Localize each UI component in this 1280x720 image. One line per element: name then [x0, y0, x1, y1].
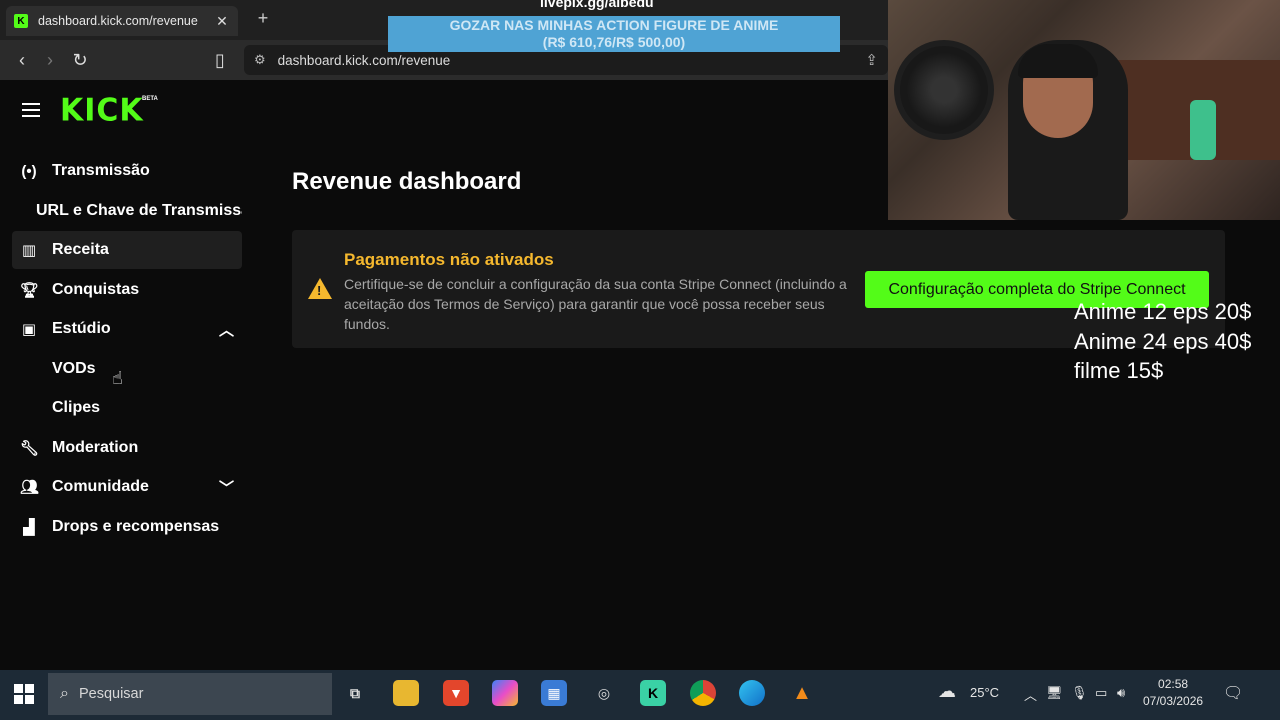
brave-icon[interactable]: ▼ — [443, 680, 469, 706]
webcam-overlay — [888, 0, 1280, 220]
battery-icon[interactable]: ▭ — [1095, 685, 1107, 701]
taskbar-search[interactable]: ⌕ Pesquisar — [48, 673, 332, 715]
search-icon: ⌕ — [60, 685, 69, 702]
sidebar-item-estudio[interactable]: ▣ Estúdio ︿ — [12, 310, 242, 348]
close-tab-icon[interactable]: ✕ — [214, 13, 230, 30]
bookmark-icon[interactable]: ▯ — [208, 48, 232, 72]
network-icon[interactable]: 🖥︎ — [1046, 685, 1063, 701]
url-text: dashboard.kick.com/revenue — [277, 52, 451, 68]
sidebar-item-label: Moderation — [52, 438, 139, 456]
clock-time: 02:58 — [1158, 677, 1189, 691]
kick-logo[interactable]: KICK — [60, 92, 144, 129]
volume-icon[interactable]: 🔊︎ — [1117, 685, 1125, 701]
sidebar-item-transmissao[interactable]: (•) Transmissão — [12, 152, 242, 190]
browser-tab[interactable]: K dashboard.kick.com/revenue ✕ — [6, 6, 238, 36]
kick-favicon-icon: K — [14, 14, 28, 28]
new-tab-button[interactable]: + — [254, 8, 272, 29]
search-placeholder: Pesquisar — [78, 686, 144, 702]
menu-icon[interactable] — [22, 103, 40, 121]
sidebar-item-conquistas[interactable]: 🏆︎ Conquistas — [12, 271, 242, 309]
share-icon[interactable]: ⇪ — [865, 51, 878, 69]
donation-goal-banner: GOZAR NAS MINHAS ACTION FIGURE DE ANIME … — [388, 16, 840, 52]
sidebar-item-label: Clipes — [52, 399, 101, 416]
vlc-icon[interactable]: ▲ — [789, 680, 815, 706]
file-explorer-icon[interactable] — [393, 680, 419, 706]
price-list-overlay: Anime 12 eps 20$ Anime 24 eps 40$ filme … — [1074, 297, 1251, 386]
forward-icon[interactable]: › — [38, 48, 62, 72]
sidebar-item-label: Conquistas — [52, 280, 140, 298]
wrench-icon: 🔧︎ — [20, 439, 40, 457]
broadcast-icon: (•) — [21, 162, 37, 180]
sidebar-item-comunidade[interactable]: 👥︎ Comunidade ﹀ — [12, 468, 242, 506]
chrome-icon[interactable] — [690, 680, 716, 706]
copilot-icon[interactable] — [492, 680, 518, 706]
sidebar-item-url-key[interactable]: URL e Chave de Transmissão — [12, 192, 242, 230]
sidebar-item-moderation[interactable]: 🔧︎ Moderation — [12, 429, 242, 467]
chevron-down-icon[interactable]: ﹀ — [219, 477, 234, 498]
sidebar: (•) Transmissão URL e Chave de Transmiss… — [12, 152, 242, 547]
reload-icon[interactable]: ↻ — [68, 48, 92, 72]
goal-title: GOZAR NAS MINHAS ACTION FIGURE DE ANIME — [449, 17, 779, 33]
obs-icon[interactable]: ◎ — [591, 680, 617, 706]
temperature[interactable]: 25°C — [970, 685, 999, 700]
webcam-hair — [1018, 44, 1098, 78]
sidebar-item-label: VODs — [52, 359, 96, 377]
windows-start-icon[interactable] — [14, 684, 34, 704]
clock-date: 07/03/2026 — [1143, 694, 1204, 708]
task-view-icon[interactable]: ⧉ — [342, 680, 368, 706]
sidebar-item-label: Estúdio — [52, 320, 111, 337]
store-icon[interactable]: ▦ — [541, 680, 567, 706]
price-item: Anime 24 eps 40$ — [1074, 328, 1252, 354]
beta-badge: BETA — [142, 96, 158, 102]
taskbar-clock[interactable]: 02:58 07/03/2026 — [1143, 676, 1203, 710]
windows-taskbar: ⌕ Pesquisar ⧉ ▼ ▦ ◎ K ▲ ☁ 25°C ︿ 🖥︎ 🎙︎ ▭… — [0, 670, 1280, 720]
hand-cursor-icon: ☝ — [112, 368, 123, 388]
warning-icon: ! — [308, 278, 332, 299]
sidebar-item-label: Receita — [52, 241, 109, 258]
chevron-up-icon[interactable]: ︿ — [219, 319, 234, 340]
sidebar-item-label: URL e Chave de Transmissão — [36, 201, 242, 219]
sidebar-item-label: Transmissão — [52, 162, 150, 179]
sidebar-item-receita[interactable]: ▥ Receita — [12, 231, 242, 269]
sidebar-item-label: Comunidade — [52, 478, 149, 495]
webcam-bottle — [1190, 100, 1216, 160]
alert-body: Certifique-se de concluir a configuração… — [344, 276, 847, 332]
alert-title: Pagamentos não ativados — [344, 250, 554, 269]
back-icon[interactable]: ‹ — [10, 48, 34, 72]
page-title: Revenue dashboard — [292, 168, 522, 195]
livepix-link-text: livepix.gg/albedu — [540, 0, 654, 10]
trophy-icon: 🏆︎ — [20, 281, 40, 299]
edge-icon[interactable] — [739, 680, 765, 706]
weather-icon[interactable]: ☁ — [938, 681, 956, 702]
webcam-fan — [894, 40, 994, 140]
sidebar-item-drops[interactable]: ▟ Drops e recompensas — [12, 508, 242, 546]
sidebar-item-clipes[interactable]: Clipes — [12, 389, 242, 427]
studio-icon: ▣ — [21, 321, 37, 338]
users-icon: 👥︎ — [20, 479, 40, 496]
tab-title: dashboard.kick.com/revenue — [38, 14, 198, 28]
kick-app-icon[interactable]: K — [640, 680, 666, 706]
site-info-icon[interactable]: ⚙ — [254, 52, 266, 68]
price-item: filme 15$ — [1074, 358, 1164, 383]
sidebar-item-vods[interactable]: VODs — [12, 350, 242, 388]
drops-icon: ▟ — [23, 518, 35, 536]
goal-progress: (R$ 610,76/R$ 500,00) — [542, 34, 686, 50]
price-item: Anime 12 eps 20$ — [1074, 299, 1252, 324]
chart-icon: ▥ — [21, 242, 37, 259]
notification-icon[interactable]: 🗨︎ — [1223, 683, 1243, 703]
microphone-icon[interactable]: 🎙︎ — [1071, 685, 1088, 701]
sidebar-item-label: Drops e recompensas — [52, 517, 220, 535]
chevron-up-tray-icon[interactable]: ︿ — [1024, 685, 1037, 704]
